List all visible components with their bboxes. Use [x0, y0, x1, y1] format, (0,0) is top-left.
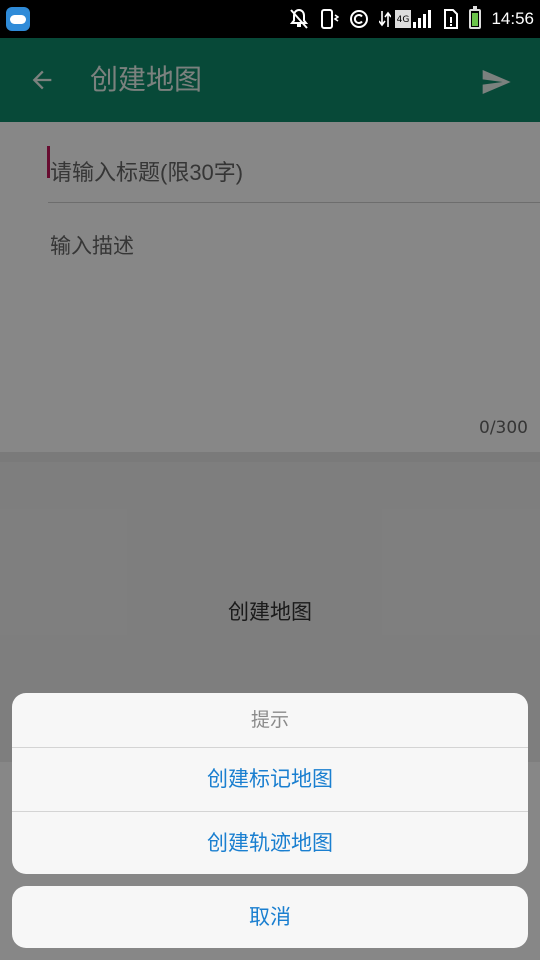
action-sheet-title: 提示 — [12, 693, 528, 748]
vibrate-icon — [319, 8, 340, 30]
action-sheet: 提示 创建标记地图 创建轨迹地图 — [12, 693, 528, 874]
cancel-button[interactable]: 取消 — [12, 886, 528, 948]
signal-4g-icon: 4G — [395, 8, 433, 30]
status-bar: 4G 14:56 — [0, 0, 540, 38]
copyright-c-icon — [349, 9, 369, 29]
notifications-muted-icon — [289, 8, 309, 30]
action-sheet-cancel: 取消 — [12, 886, 528, 948]
cloud-app-icon — [6, 7, 30, 31]
data-arrows-icon — [379, 9, 392, 29]
svg-text:4G: 4G — [397, 15, 410, 25]
status-time: 14:56 — [491, 9, 534, 28]
battery-icon — [469, 6, 482, 29]
status-icons: 4G 14:56 — [279, 0, 540, 38]
create-marker-map-option[interactable]: 创建标记地图 — [12, 748, 528, 811]
sim-alert-icon — [443, 8, 459, 30]
create-track-map-option[interactable]: 创建轨迹地图 — [12, 811, 528, 874]
